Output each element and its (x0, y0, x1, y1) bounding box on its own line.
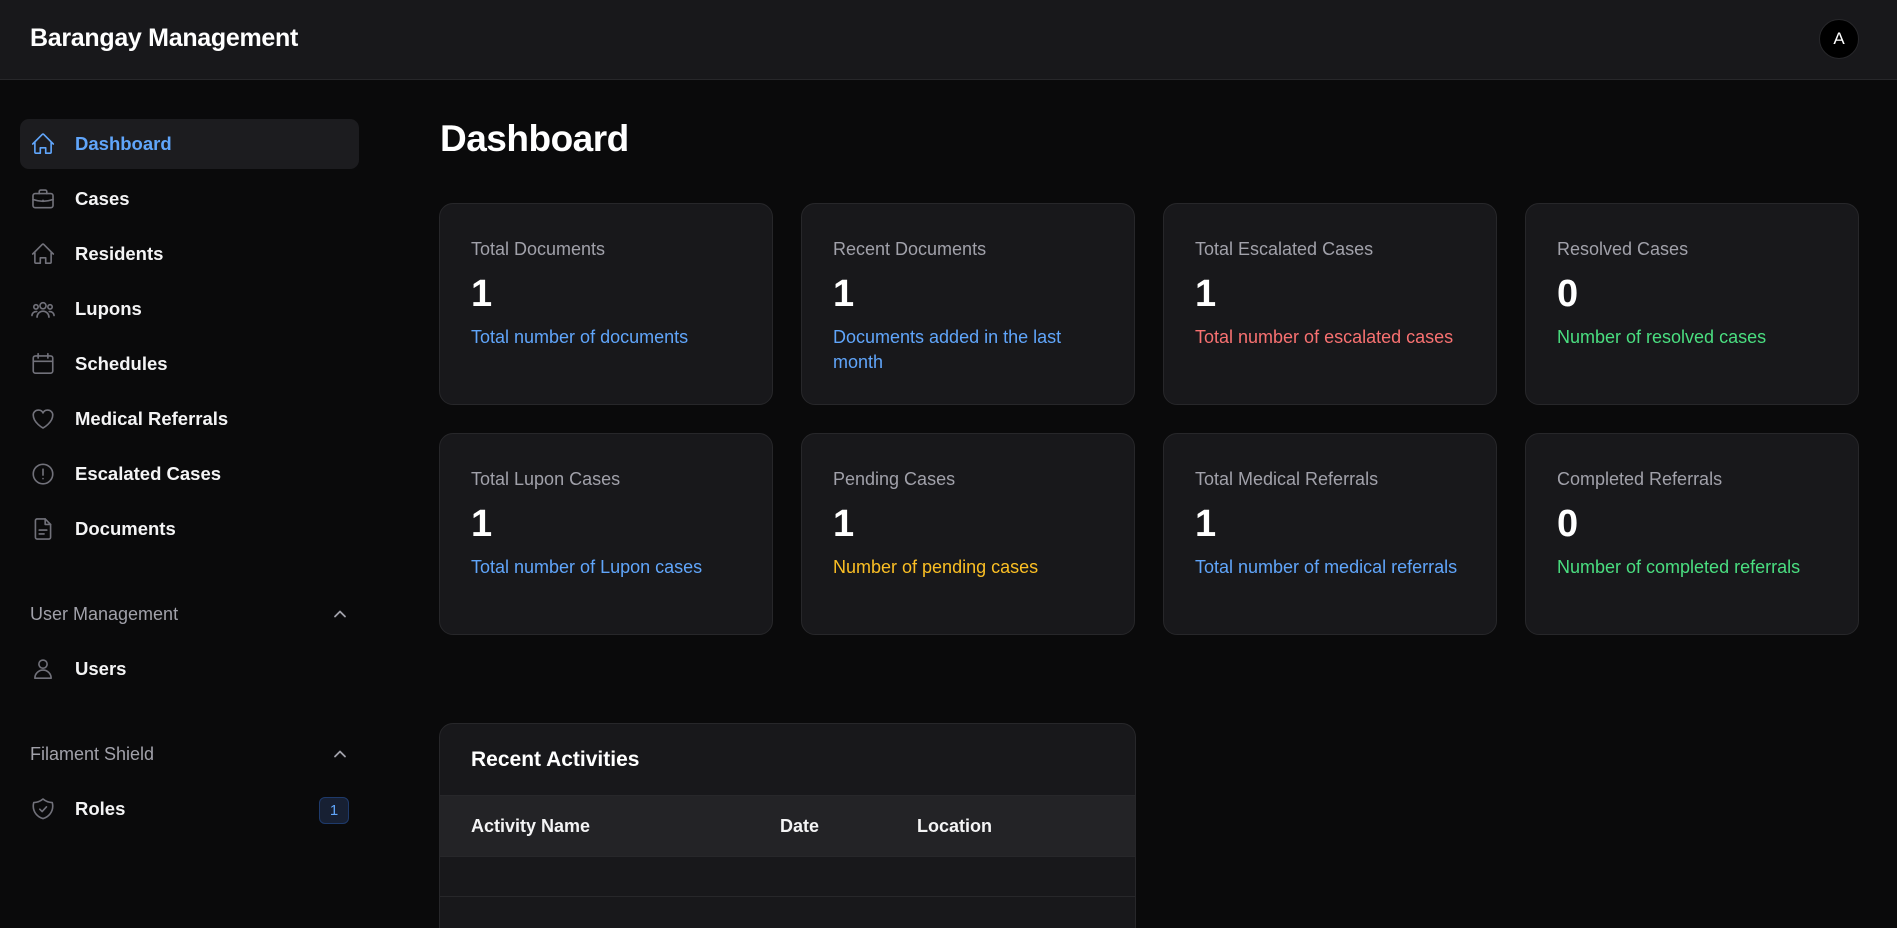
stat-description: Total number of documents (471, 327, 689, 347)
sidebar-item-label: Medical Referrals (75, 408, 229, 429)
sidebar-item-medical-referrals[interactable]: Medical Referrals (20, 394, 359, 444)
sidebar-item-roles[interactable]: Roles 1 (20, 784, 359, 834)
sidebar-item-label: Residents (75, 243, 164, 264)
stat-description: Number of completed referrals (1557, 557, 1801, 577)
column-header-location[interactable]: Location (917, 816, 992, 837)
sidebar-item-label: Users (75, 658, 127, 679)
home-icon (30, 241, 56, 267)
stat-description: Total number of Lupon cases (471, 557, 703, 577)
group-user-management[interactable]: User Management (30, 599, 350, 629)
stat-title: Pending Cases (833, 469, 956, 489)
stat-card-completed-referrals: Completed Referrals 0 Number of complete… (1525, 433, 1859, 635)
stat-card-total-escalated-cases: Total Escalated Cases 1 Total number of … (1163, 203, 1497, 405)
sidebar-item-label: Documents (75, 518, 176, 539)
stat-title: Total Escalated Cases (1195, 239, 1374, 259)
sidebar-item-schedules[interactable]: Schedules (20, 339, 359, 389)
briefcase-icon (30, 186, 56, 212)
count-badge: 1 (319, 797, 349, 824)
sidebar-item-residents[interactable]: Residents (20, 229, 359, 279)
exclamation-circle-icon (30, 461, 56, 487)
stat-value: 0 (1557, 273, 1579, 315)
stat-value: 1 (833, 273, 855, 315)
sidebar-item-documents[interactable]: Documents (20, 504, 359, 554)
stat-value: 1 (471, 503, 493, 545)
sidebar-item-label: Schedules (75, 353, 168, 374)
stat-card-recent-documents: Recent Documents 1 Documents added in th… (801, 203, 1135, 405)
stat-title: Completed Referrals (1557, 469, 1723, 489)
stat-title: Resolved Cases (1557, 239, 1689, 259)
stat-value: 1 (471, 273, 493, 315)
heart-icon (30, 406, 56, 432)
stat-card-total-medical-referrals: Total Medical Referrals 1 Total number o… (1163, 433, 1497, 635)
sidebar-item-users[interactable]: Users (20, 644, 359, 694)
stat-value: 1 (1195, 273, 1217, 315)
stat-value: 1 (833, 503, 855, 545)
user-icon (30, 656, 56, 682)
stat-title: Total Documents (471, 239, 606, 259)
stat-value: 0 (1557, 503, 1579, 545)
recent-activities-table: Recent Activities Activity Name Date Loc… (439, 723, 1136, 928)
stat-card-total-lupon-cases: Total Lupon Cases 1 Total number of Lupo… (439, 433, 773, 635)
group-filament-shield[interactable]: Filament Shield (30, 739, 350, 769)
stat-card-total-documents: Total Documents 1 Total number of docume… (439, 203, 773, 405)
group-title: Filament Shield (30, 744, 155, 764)
stat-title: Recent Documents (833, 239, 987, 259)
stat-title: Total Lupon Cases (471, 469, 621, 489)
stat-card-resolved-cases: Resolved Cases 0 Number of resolved case… (1525, 203, 1859, 405)
chevron-up-icon[interactable] (330, 604, 350, 624)
document-text-icon (30, 516, 56, 542)
stat-description: Total number of medical referrals (1195, 557, 1458, 577)
app-title[interactable]: Barangay Management (30, 24, 298, 53)
user-group-icon (30, 296, 56, 322)
stat-title: Total Medical Referrals (1195, 469, 1379, 489)
sidebar-item-dashboard[interactable]: Dashboard (20, 119, 359, 169)
sidebar-item-label: Roles (75, 798, 126, 819)
sidebar-item-lupons[interactable]: Lupons (20, 284, 359, 334)
calendar-icon (30, 351, 56, 377)
home-icon (30, 131, 56, 157)
table-title: Recent Activities (471, 748, 640, 771)
sidebar-item-escalated-cases[interactable]: Escalated Cases (20, 449, 359, 499)
topbar: Barangay Management A (0, 0, 1897, 80)
sidebar-item-label: Dashboard (75, 133, 172, 154)
column-header-date[interactable]: Date (780, 816, 819, 837)
stat-value: 1 (1195, 503, 1217, 545)
stat-description: Total number of escalated cases (1195, 327, 1454, 347)
sidebar-item-label: Lupons (75, 298, 142, 319)
table-row (440, 897, 1135, 928)
stat-description: Documents added in the last month (833, 327, 1062, 372)
stat-description: Number of resolved cases (1557, 327, 1767, 347)
sidebar-item-label: Cases (75, 188, 130, 209)
stat-card-pending-cases: Pending Cases 1 Number of pending cases (801, 433, 1135, 635)
chevron-up-icon[interactable] (330, 744, 350, 764)
page-title: Dashboard (440, 118, 629, 159)
table-header: Activity Name Date Location (440, 795, 1135, 857)
user-avatar[interactable]: A (1819, 19, 1859, 59)
sidebar-item-cases[interactable]: Cases (20, 174, 359, 224)
sidebar: Dashboard Cases Residents Lupons Schedul… (0, 80, 380, 928)
shield-check-icon (30, 796, 56, 822)
column-header-activity-name[interactable]: Activity Name (471, 816, 590, 837)
sidebar-item-label: Escalated Cases (75, 463, 222, 484)
table-row (440, 857, 1135, 897)
group-title: User Management (30, 604, 179, 624)
stat-description: Number of pending cases (833, 557, 1039, 577)
